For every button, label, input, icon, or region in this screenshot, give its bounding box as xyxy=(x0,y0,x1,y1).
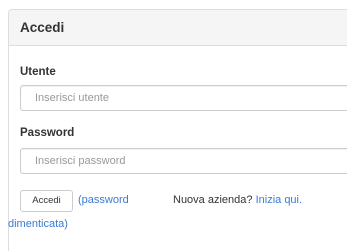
signup-prompt-text: Nuova azienda? xyxy=(173,194,253,206)
panel-heading: Accedi xyxy=(9,10,347,46)
signup-link[interactable]: Inizia qui. xyxy=(256,194,302,206)
username-input[interactable] xyxy=(20,85,347,111)
username-label: Utente xyxy=(20,66,56,78)
password-label: Password xyxy=(20,127,75,139)
password-input[interactable] xyxy=(20,148,347,174)
login-panel: Accedi Utente Password Accedi (password … xyxy=(8,9,347,251)
signup-prompt-row: Nuova azienda? Inizia qui. xyxy=(173,194,302,206)
panel-title: Accedi xyxy=(20,20,65,35)
login-button[interactable]: Accedi xyxy=(20,190,73,212)
forgot-password-link[interactable]: (password xyxy=(78,194,129,206)
forgot-password-link-continued[interactable]: dimenticata) xyxy=(8,218,68,230)
